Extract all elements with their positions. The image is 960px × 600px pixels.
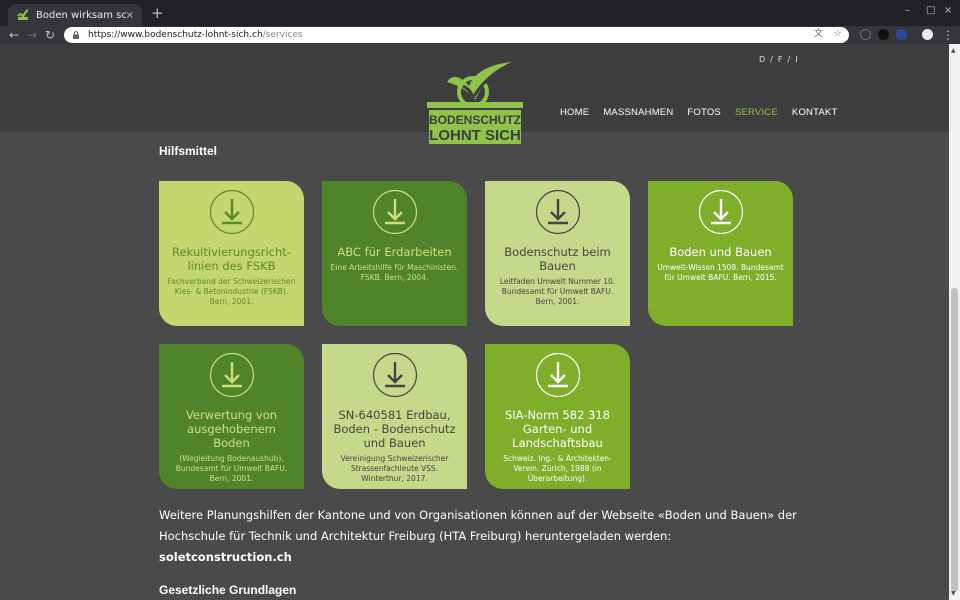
- scrollbar-thumb[interactable]: [951, 288, 958, 592]
- card-description: (Wegleitung Bodenaushub). Bundesamt für …: [175, 454, 288, 483]
- card-title: Bodenschutz beim Bauen: [504, 245, 611, 273]
- extension-icon[interactable]: [896, 29, 907, 40]
- maximize-icon[interactable]: □: [926, 5, 935, 16]
- logo-text-line2: LOHNT SICH: [429, 127, 521, 144]
- nav-kontakt[interactable]: KONTAKT: [792, 107, 838, 118]
- download-card[interactable]: SN-640581 Erdbau, Boden - Bodenschutz un…: [322, 344, 467, 489]
- tab-close-icon[interactable]: ×: [126, 10, 134, 21]
- nav-home[interactable]: HOME: [560, 107, 589, 118]
- back-arrow-icon[interactable]: ←: [9, 26, 19, 44]
- browser-tabbar: Boden wirksam schützen × + – □ ×: [0, 0, 960, 26]
- extension-icon[interactable]: [878, 29, 889, 40]
- translate-icon[interactable]: 文: [813, 29, 824, 40]
- card-description: Eine Arbeitshilfe für Maschinisten. FSKB…: [330, 263, 459, 282]
- extension-icon[interactable]: [860, 29, 871, 40]
- card-title: ABC für Erdarbeiten: [337, 245, 452, 259]
- nav-fotos[interactable]: FOTOS: [687, 107, 721, 118]
- download-card[interactable]: Verwertung von ausgehobenem Boden (Weglei…: [159, 344, 304, 489]
- download-card[interactable]: SIA-Norm 582 318 Garten- und Landschafts…: [485, 344, 630, 489]
- address-bar[interactable]: https://www.bodenschutz-lohnt-sich.ch/se…: [64, 27, 849, 43]
- browser-toolbar: ← → ↻ https://www.bodenschutz-lohnt-sich…: [0, 26, 960, 44]
- card-title: Verwertung von ausgehobenem Boden: [185, 408, 278, 450]
- page-viewport: D / F / I BODENSCHUTZ LOHNT SICH HOME MASSNA…: [0, 44, 949, 600]
- download-icon: [535, 189, 580, 235]
- download-icon: [698, 189, 743, 235]
- card-title: SIA-Norm 582 318 Garten- und Landschafts…: [504, 408, 611, 450]
- download-card[interactable]: ABC für Erdarbeiten Eine Arbeitshilfe für…: [322, 181, 467, 326]
- language-switcher: D / F / I: [757, 55, 801, 64]
- soletconstruction-link[interactable]: soletconstruction.ch: [159, 550, 292, 564]
- reload-icon[interactable]: ↻: [45, 26, 55, 44]
- lang-separator: /: [787, 55, 792, 64]
- browser-tab[interactable]: Boden wirksam schützen ×: [8, 4, 142, 26]
- new-tab-button[interactable]: +: [151, 5, 164, 21]
- planning-aids-paragraph: Weitere Planungshilfen der Kantone und v…: [159, 505, 799, 568]
- download-icon: [209, 352, 254, 398]
- minimize-icon[interactable]: –: [905, 5, 910, 16]
- card-description: Fachverband der Schweizerischen Kies- & …: [167, 277, 296, 306]
- lang-it[interactable]: I: [795, 55, 798, 64]
- url-path: /services: [262, 30, 303, 40]
- card-description: Umwelt-Wissen 1508. Bundesamt für Umwelt…: [657, 263, 784, 282]
- logo-text-line1: BODENSCHUTZ: [429, 113, 521, 127]
- card-description: Schweiz. Ing.- & Architekten-Verein. Zür…: [503, 454, 612, 483]
- download-icon: [209, 189, 254, 235]
- url-host: https://www.bodenschutz-lohnt-sich.ch: [88, 30, 263, 40]
- lang-separator: /: [770, 55, 774, 64]
- download-card[interactable]: Rekultivierungsricht-linien des FSKB Fach…: [159, 181, 304, 326]
- window-close-icon[interactable]: ×: [944, 5, 952, 16]
- card-title: Rekultivierungsricht-linien des FSKB: [172, 245, 291, 273]
- lock-icon: [73, 31, 79, 39]
- bookmark-star-icon[interactable]: ☆: [832, 29, 843, 40]
- download-card[interactable]: Bodenschutz beim Bauen Leitfaden Umwelt N…: [485, 181, 630, 326]
- download-icon: [372, 352, 417, 398]
- tab-title: Boden wirksam schützen: [36, 9, 126, 21]
- site-favicon-icon: [17, 9, 29, 20]
- section-title-hilfsmittel: Hilfsmittel: [159, 144, 218, 158]
- site-header: D / F / I BODENSCHUTZ LOHNT SICH HOME MASSNA…: [0, 44, 949, 144]
- nav-massnahmen[interactable]: MASSNAHMEN: [603, 107, 673, 118]
- download-icon: [535, 352, 580, 398]
- nav-service[interactable]: SERVICE: [735, 107, 778, 118]
- browser-menu-icon[interactable]: ⋮: [942, 26, 954, 44]
- lang-de[interactable]: D: [759, 55, 766, 64]
- section-title-gesetzliche-grundlagen: Gesetzliche Grundlagen: [159, 583, 297, 597]
- main-nav: HOME MASSNAHMEN FOTOS SERVICE KONTAKT: [560, 107, 837, 118]
- site-logo[interactable]: BODENSCHUTZ LOHNT SICH: [425, 60, 525, 146]
- forward-arrow-icon[interactable]: →: [27, 26, 37, 44]
- scroll-up-arrow-icon[interactable]: ▲: [951, 47, 956, 54]
- card-description: Leitfaden Umwelt Nummer 10. Bundesamt fü…: [499, 277, 616, 306]
- page-scrollbar[interactable]: ▲ ▼: [949, 44, 960, 600]
- card-title: Boden und Bauen: [669, 245, 772, 259]
- scroll-down-arrow-icon[interactable]: ▼: [951, 590, 956, 597]
- profile-avatar[interactable]: [922, 29, 933, 40]
- download-card[interactable]: Boden und Bauen Umwelt-Wissen 1508. Bunde…: [648, 181, 793, 326]
- card-description: Vereinigung Schweizerischer Strassenfach…: [340, 454, 449, 483]
- download-icon: [372, 189, 417, 235]
- paragraph-text: Weitere Planungshilfen der Kantone und v…: [159, 508, 797, 543]
- card-title: SN-640581 Erdbau, Boden - Bodenschutz un…: [333, 408, 456, 450]
- lang-fr[interactable]: F: [778, 55, 784, 64]
